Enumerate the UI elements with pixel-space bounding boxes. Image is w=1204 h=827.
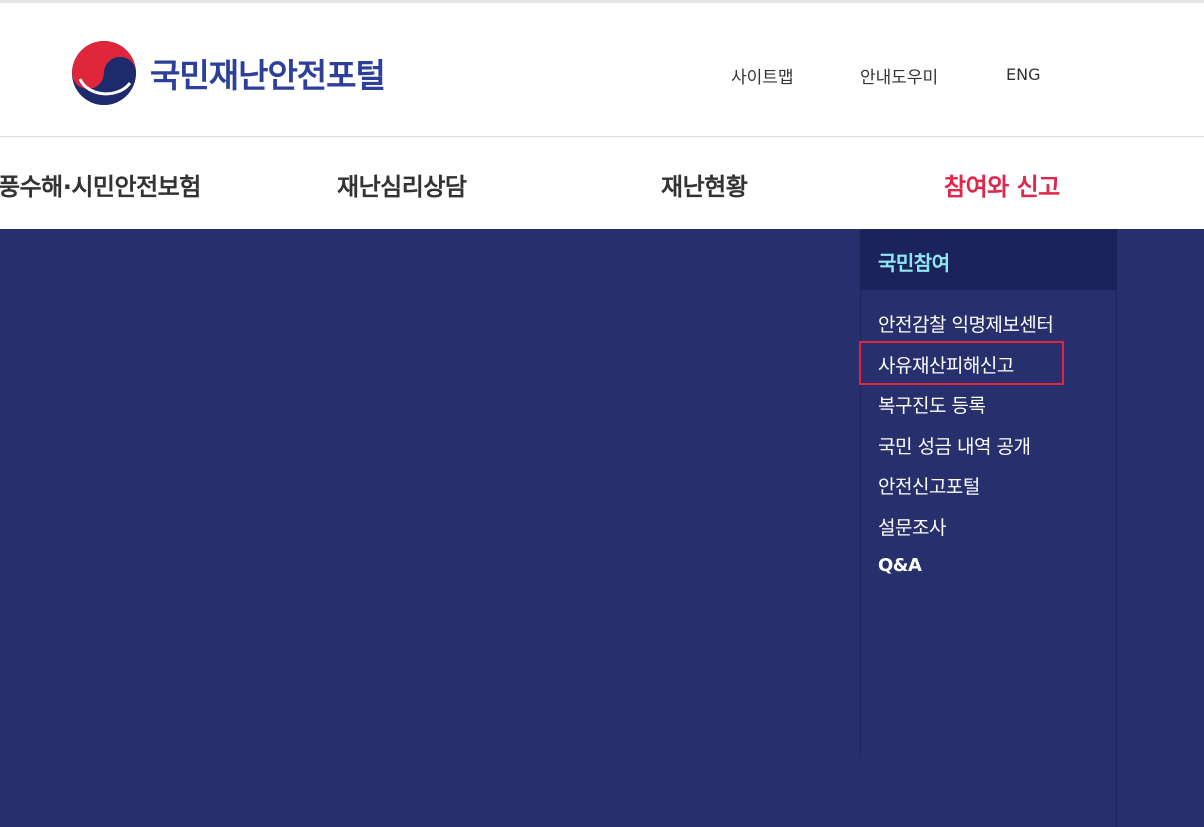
submenu-panel: 국민참여 안전감찰 익명제보센터 사유재산피해신고 복구진도 등록 국민 성금 … [859,229,1117,754]
submenu-item-label: 안전감찰 익명제보센터 [878,314,1054,336]
submenu-item-qna[interactable]: Q&A [861,553,1117,593]
english-link[interactable]: ENG [1006,65,1040,84]
submenu-item-label: Q&A [878,555,922,576]
submenu-item-label: 안전신고포털 [878,476,980,498]
submenu-item-label: 복구진도 등록 [878,395,986,417]
submenu-item-safety-report-portal[interactable]: 안전신고포털 [861,472,1117,513]
submenu-header: 국민참여 [861,229,1117,290]
submenu-item-survey[interactable]: 설문조사 [861,513,1117,554]
submenu-item-property-damage-report[interactable]: 사유재산피해신고 [859,340,1117,392]
logo-text: 국민재난안전포털 [150,56,386,95]
gnb-item-participation-report[interactable]: 참여와 신고 [944,167,1060,202]
submenu-item-donation-disclosure[interactable]: 국민 성금 내역 공개 [861,432,1117,473]
gnb-item-disaster-status[interactable]: 재난현황 [661,167,748,202]
site-logo-link[interactable]: 국민재난안전포털 [70,39,386,107]
submenu-item-recovery-progress[interactable]: 복구진도 등록 [861,391,1117,432]
mega-menu-dropdown: 국민참여 안전감찰 익명제보센터 사유재산피해신고 복구진도 등록 국민 성금 … [0,229,1204,827]
guide-link[interactable]: 안내도우미 [860,63,938,88]
main-navigation: 풍수해·시민안전보험 재난심리상담 재난현황 참여와 신고 [0,137,1204,229]
sitemap-link[interactable]: 사이트맵 [731,63,794,88]
taegeuk-emblem-icon [72,41,136,105]
site-header: 국민재난안전포털 사이트맵 안내도우미 ENG [0,3,1204,137]
submenu-item-label: 국민 성금 내역 공개 [878,435,1031,458]
submenu-item-label: 설문조사 [878,516,946,539]
gnb-item-counseling[interactable]: 재난심리상담 [337,167,467,202]
highlight-box [859,340,1064,385]
submenu-title: 국민참여 [878,251,950,275]
gnb-item-insurance[interactable]: 풍수해·시민안전보험 [0,167,201,202]
submenu-list: 안전감찰 익명제보센터 사유재산피해신고 복구진도 등록 국민 성금 내역 공개… [859,310,1117,593]
